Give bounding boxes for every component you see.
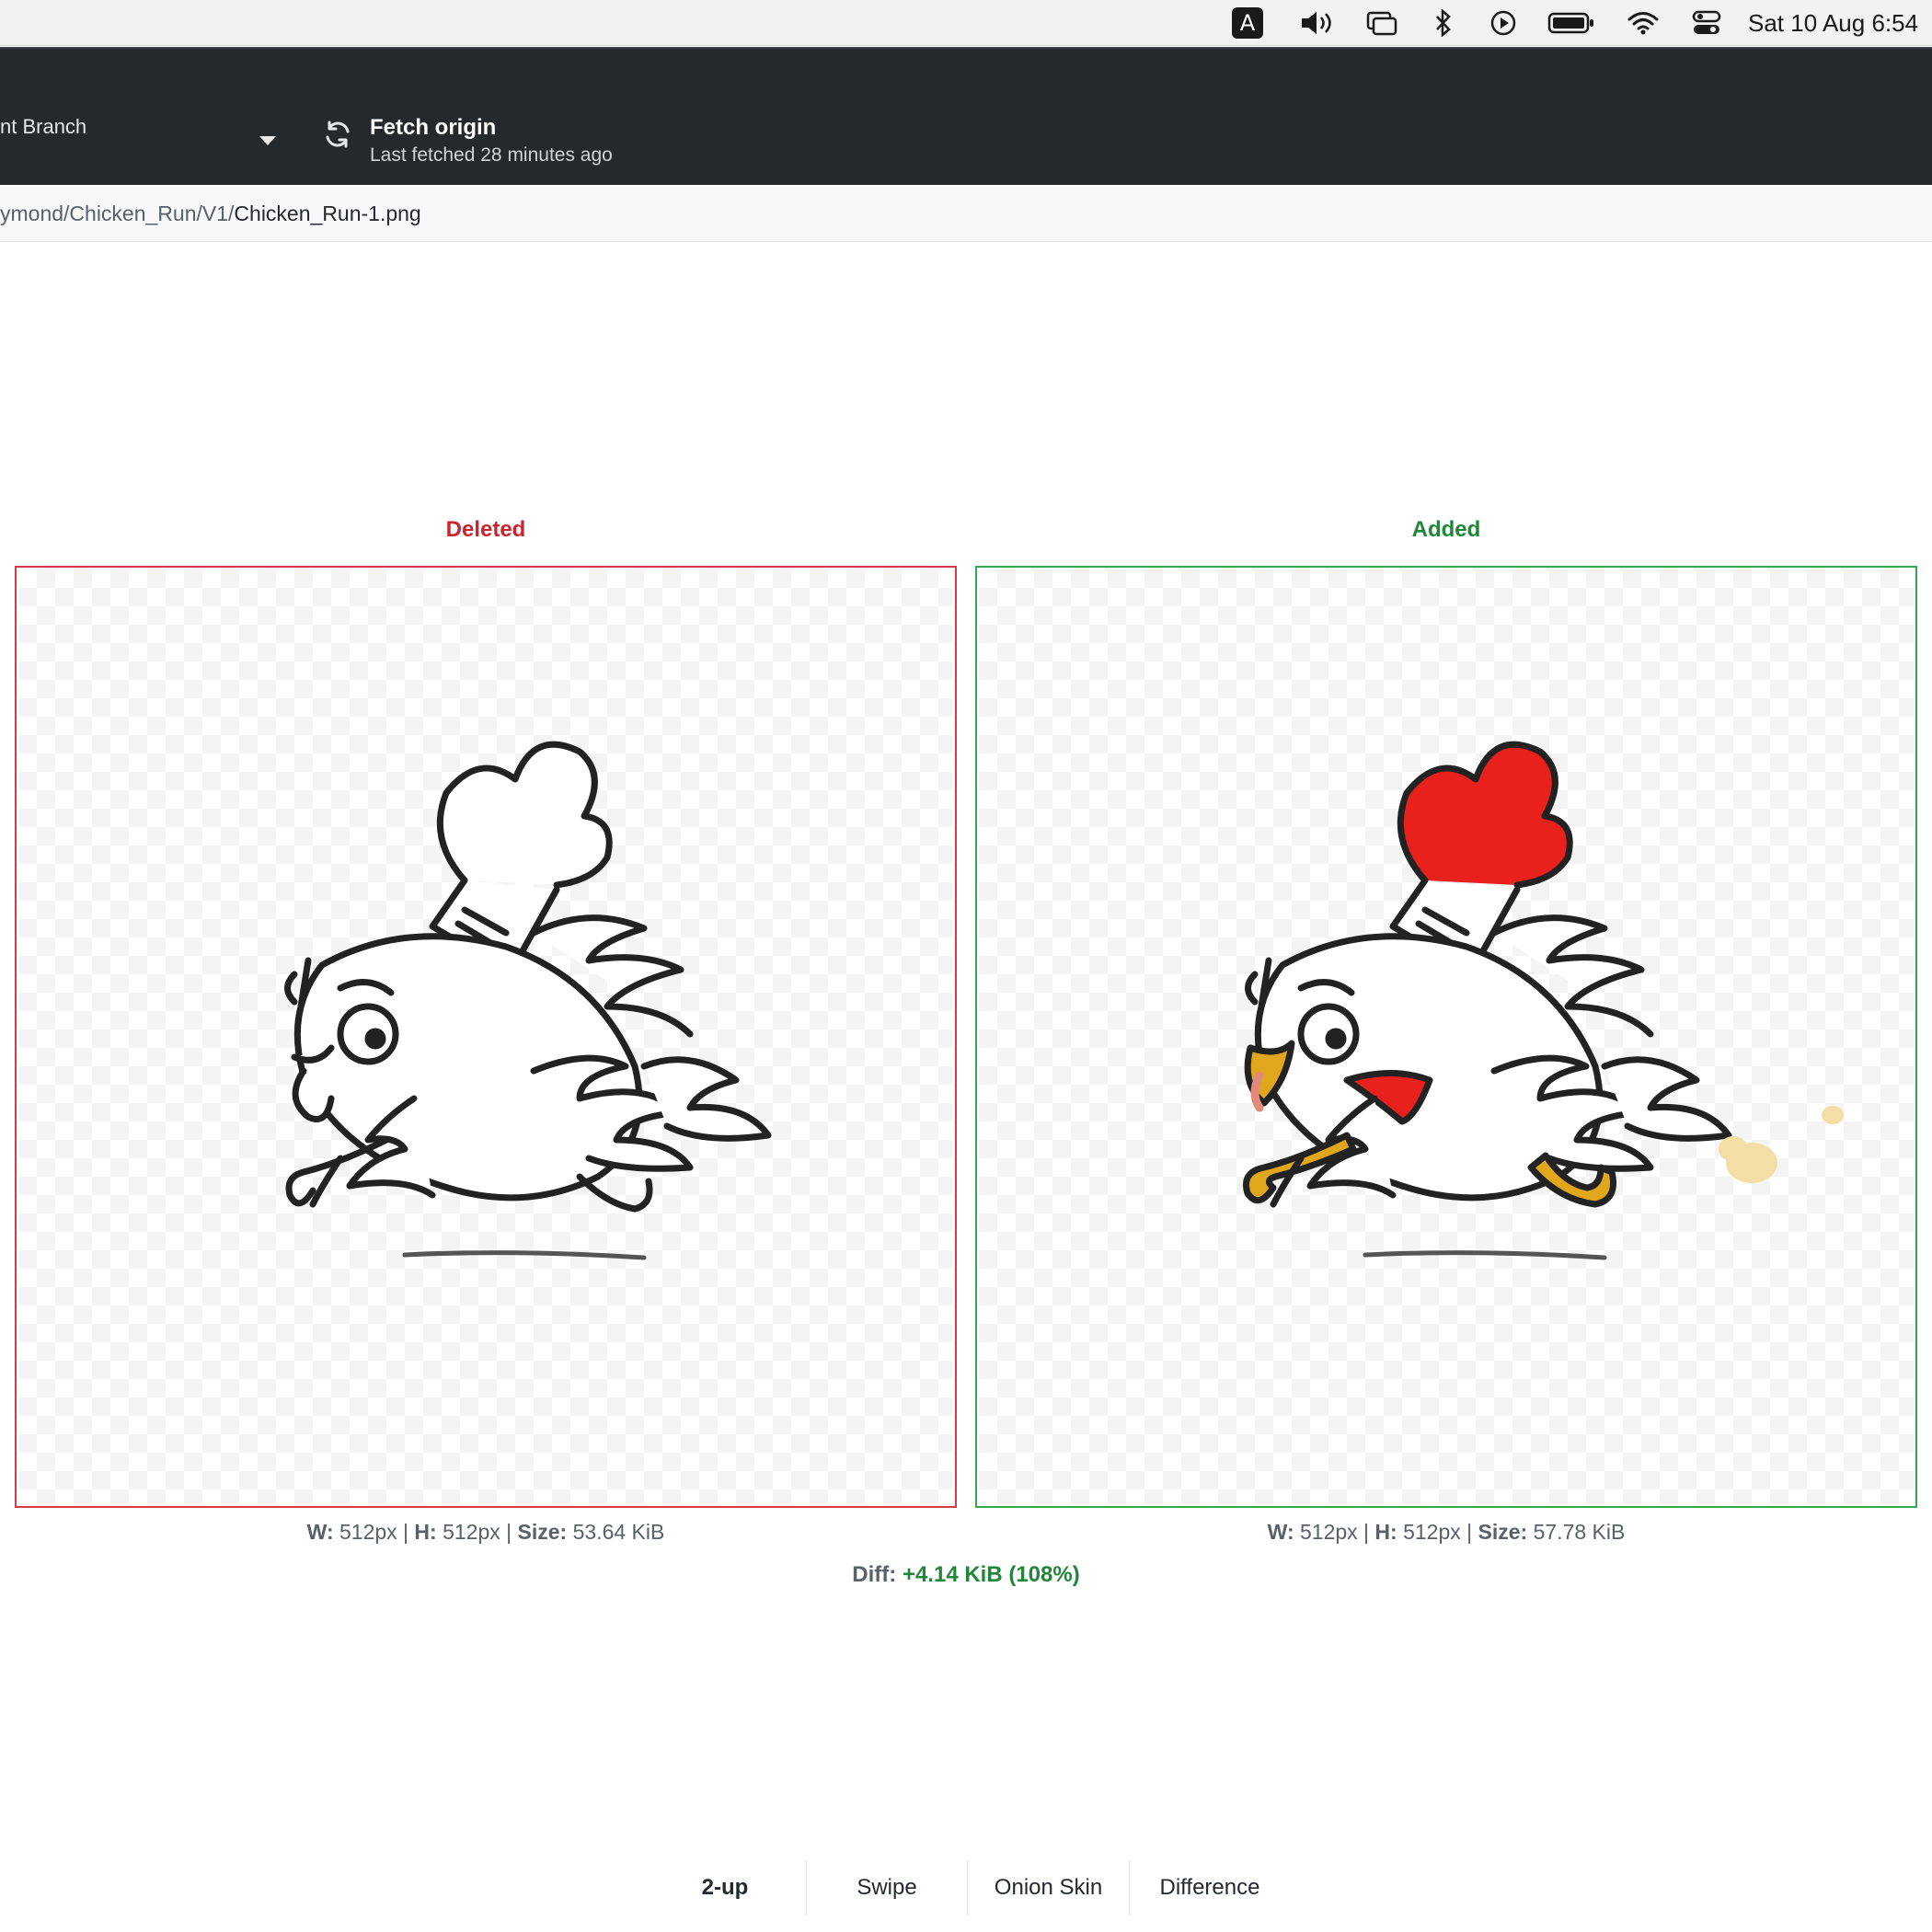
tab-2-up[interactable]: 2-up xyxy=(644,1860,806,1915)
width-value: 512px | xyxy=(333,1520,415,1544)
control-center-icon[interactable] xyxy=(1691,7,1722,39)
diff-key: Diff: xyxy=(852,1562,903,1587)
chicken-image-old xyxy=(284,741,772,1260)
transparency-checkerboard xyxy=(979,569,1914,1504)
deleted-image-meta: W: 512px | H: 512px | Size: 53.64 KiB xyxy=(210,1520,762,1545)
added-label: Added xyxy=(1411,517,1481,542)
fetch-origin-title: Fetch origin xyxy=(370,115,497,140)
tab-swipe[interactable]: Swipe xyxy=(806,1860,967,1915)
menu-bar: A Sat 10 Aug 6:54 xyxy=(0,0,1932,46)
chevron-down-icon[interactable] xyxy=(259,136,276,145)
view-mode-tabs: 2-up Swipe Onion Skin Difference xyxy=(644,1860,1290,1915)
input-source-icon[interactable]: A xyxy=(1232,7,1263,39)
last-fetched-status: Last fetched 28 minutes ago xyxy=(370,144,613,166)
file-directory: ymond/Chicken_Run/V1/ xyxy=(0,201,235,225)
size-value: 57.78 KiB xyxy=(1527,1520,1626,1544)
width-value: 512px | xyxy=(1294,1520,1375,1544)
diff-value: +4.14 KiB (108%) xyxy=(902,1562,1080,1587)
battery-icon[interactable] xyxy=(1547,7,1595,39)
width-key: W: xyxy=(306,1520,334,1544)
transparency-checkerboard xyxy=(18,569,953,1504)
added-image-meta: W: 512px | H: 512px | Size: 57.78 KiB xyxy=(1170,1520,1722,1545)
added-image-frame xyxy=(975,566,1917,1508)
size-value: 53.64 KiB xyxy=(567,1520,665,1544)
volume-icon[interactable] xyxy=(1295,7,1340,39)
now-playing-icon[interactable] xyxy=(1489,7,1518,39)
fetch-origin-button[interactable]: Fetch origin Last fetched 28 minutes ago xyxy=(313,97,828,189)
file-name: Chicken_Run-1.png xyxy=(234,201,421,225)
menu-clock[interactable]: Sat 10 Aug 6:54 xyxy=(1748,7,1932,39)
chicken-image-new xyxy=(1243,741,1844,1260)
tab-onion-skin[interactable]: Onion Skin xyxy=(967,1860,1129,1915)
refresh-icon xyxy=(326,121,350,148)
screen-mirroring-icon[interactable] xyxy=(1365,7,1398,39)
width-key: W: xyxy=(1267,1520,1294,1544)
size-diff: Diff: +4.14 KiB (108%) xyxy=(690,1562,1242,1588)
tab-difference[interactable]: Difference xyxy=(1129,1860,1290,1915)
wifi-icon[interactable] xyxy=(1627,7,1660,39)
file-path-bar: ymond/Chicken_Run/V1/Chicken_Run-1.png xyxy=(0,187,1932,242)
deleted-label: Deleted xyxy=(445,517,526,542)
deleted-image-frame xyxy=(15,566,957,1508)
height-value: 512px | xyxy=(436,1520,518,1544)
bluetooth-icon[interactable] xyxy=(1432,7,1455,39)
size-key: Size: xyxy=(517,1520,568,1544)
current-branch-label[interactable]: nt Branch xyxy=(0,115,86,139)
app-toolbar: nt Branch Fetch origin Last fetched 28 m… xyxy=(0,47,1932,185)
height-key: H: xyxy=(1374,1520,1397,1544)
height-value: 512px | xyxy=(1397,1520,1478,1544)
file-path: ymond/Chicken_Run/V1/Chicken_Run-1.png xyxy=(0,201,421,226)
height-key: H: xyxy=(414,1520,437,1544)
size-key: Size: xyxy=(1478,1520,1528,1544)
